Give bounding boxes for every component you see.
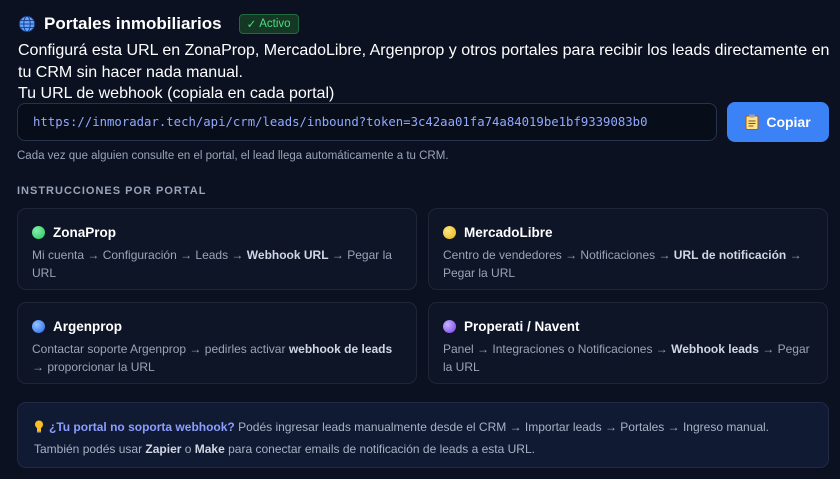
- portal-instructions: Panel → Integraciones o Notificaciones →…: [443, 342, 810, 374]
- portal-card-zonaprop: ZonaProp Mi cuenta → Configuración → Lea…: [17, 208, 417, 290]
- yellow-circle-icon: [443, 225, 456, 239]
- page-header: Portales inmobiliarios ✓ Activo: [18, 14, 299, 34]
- zapier-label: Zapier: [145, 442, 182, 456]
- portal-card-argenprop: Argenprop Contactar soporte Argenprop → …: [17, 302, 417, 384]
- tip-line-2: También podés usar Zapier o Make para co…: [34, 442, 535, 456]
- page-title: Portales inmobiliarios: [44, 14, 222, 33]
- portal-instructions: Centro de vendedores → Notificaciones → …: [443, 248, 802, 280]
- portal-instructions: Mi cuenta → Configuración → Leads → Webh…: [32, 248, 392, 280]
- tip-line-1: ¿Tu portal no soporta webhook? Podés ing…: [34, 416, 812, 438]
- webhook-hint: Cada vez que alguien consulte en el port…: [17, 150, 449, 162]
- webhook-url-field[interactable]: https://inmoradar.tech/api/crm/leads/inb…: [17, 103, 717, 141]
- status-badge-label: Activo: [259, 18, 291, 30]
- portal-card-title: MercadoLibre: [443, 224, 813, 240]
- portal-instructions: Contactar soporte Argenprop → pedirles a…: [32, 342, 393, 374]
- webhook-url-text[interactable]: https://inmoradar.tech/api/crm/leads/inb…: [33, 115, 647, 129]
- purple-circle-icon: [443, 319, 456, 333]
- portal-card-mercadolibre: MercadoLibre Centro de vendedores → Noti…: [428, 208, 828, 290]
- page-description: Configurá esta URL en ZonaProp, MercadoL…: [18, 42, 830, 81]
- globe-icon: [18, 15, 36, 33]
- portal-name: MercadoLibre: [464, 224, 553, 240]
- portal-card-title: Argenprop: [32, 318, 402, 334]
- webhook-label: Tu URL de webhook (copiala en cada porta…: [18, 85, 335, 102]
- make-label: Make: [194, 442, 225, 456]
- lightbulb-icon: [35, 420, 43, 433]
- clipboard-icon: [745, 114, 759, 130]
- portal-card-title: Properati / Navent: [443, 318, 813, 334]
- check-icon: ✓: [246, 19, 257, 31]
- blue-circle-icon: [32, 319, 45, 333]
- green-circle-icon: [32, 225, 45, 239]
- copy-button-label: Copiar: [766, 114, 811, 130]
- portal-card-title: ZonaProp: [32, 224, 402, 240]
- tip-box: ¿Tu portal no soporta webhook? Podés ing…: [17, 402, 829, 468]
- portal-name: Argenprop: [53, 318, 122, 334]
- copy-button[interactable]: Copiar: [727, 102, 829, 142]
- instructions-heading: INSTRUCCIONES POR PORTAL: [17, 185, 207, 197]
- portal-card-properati: Properati / Navent Panel → Integraciones…: [428, 302, 828, 384]
- portal-name: Properati / Navent: [464, 318, 580, 334]
- portal-name: ZonaProp: [53, 224, 116, 240]
- tip-question: ¿Tu portal no soporta webhook?: [49, 420, 235, 434]
- status-badge: ✓ Activo: [238, 14, 299, 34]
